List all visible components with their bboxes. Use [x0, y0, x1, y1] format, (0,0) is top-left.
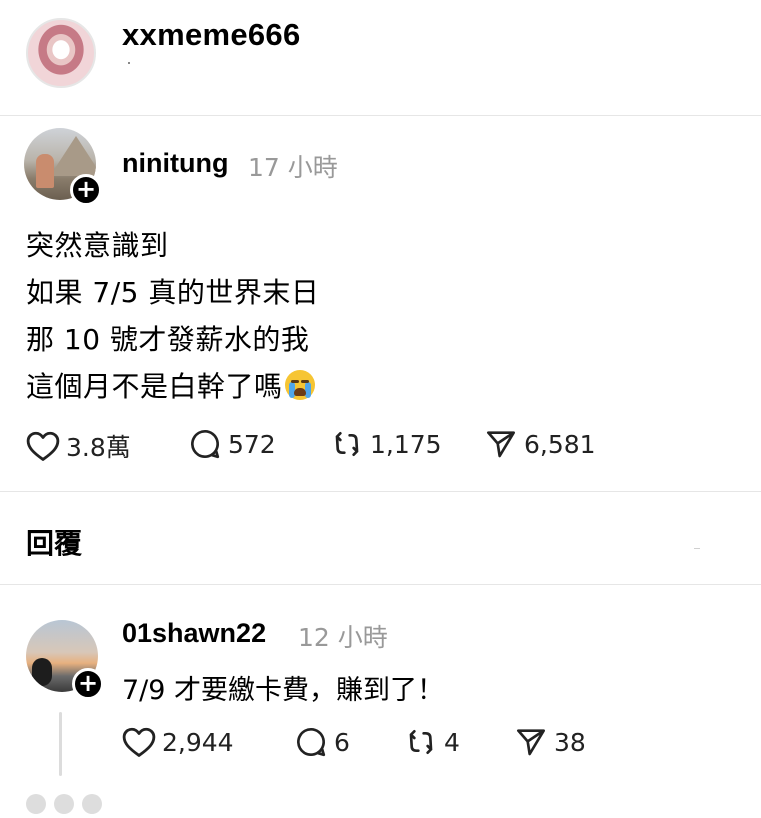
comment-bubble-icon [297, 728, 326, 757]
heart-icon [122, 727, 156, 757]
like-button[interactable]: 3.8萬 [26, 428, 131, 464]
crying-face-emoji-icon [284, 370, 315, 400]
send-arrow-icon [517, 729, 545, 756]
repost-count: 1,175 [370, 429, 442, 459]
post-line-1: 突然意識到 [26, 229, 169, 262]
reply-follow-plus-icon[interactable]: + [72, 668, 104, 700]
reply-share-button[interactable]: 38 [514, 726, 586, 758]
reply-like-button[interactable]: 2,944 [122, 726, 234, 758]
comment-bubble-icon [191, 430, 220, 459]
reply-timestamp: 12 小時 [298, 623, 388, 652]
replies-divider [0, 584, 761, 585]
share-count: 6,581 [524, 429, 596, 459]
next-item-peek [26, 794, 116, 814]
replies-heading: 回覆 [26, 527, 83, 560]
reply-repost-count: 4 [444, 727, 460, 757]
comment-count: 572 [228, 429, 276, 459]
repost-arrows-icon [409, 730, 433, 754]
follow-plus-icon[interactable]: + [70, 174, 102, 206]
post-divider [0, 491, 761, 492]
header-username[interactable]: xxmeme666 [122, 17, 301, 53]
post-line-4-text: 這個月不是白幹了嗎 [26, 370, 283, 403]
header-divider [0, 115, 761, 116]
post-author-name[interactable]: ninitung [122, 148, 228, 179]
reply-comment-count: 6 [334, 727, 350, 757]
send-arrow-icon [487, 431, 515, 458]
comment-button[interactable]: 572 [188, 428, 276, 460]
like-count: 3.8萬 [66, 433, 131, 462]
reply-text: 7/9 才要繳卡費，賺到了！ [122, 675, 445, 706]
header-avatar[interactable] [26, 18, 96, 88]
faint-mark [694, 548, 700, 549]
post-timestamp: 17 小時 [248, 153, 338, 182]
heart-icon [26, 431, 60, 461]
reply-share-count: 38 [554, 727, 586, 757]
share-button[interactable]: 6,581 [484, 428, 596, 460]
post-line-3: 那 10 號才發薪水的我 [26, 323, 310, 356]
reply-author-name[interactable]: 01shawn22 [122, 618, 266, 649]
reply-comment-button[interactable]: 6 [294, 726, 350, 758]
thread-line [59, 712, 62, 776]
reply-repost-button[interactable]: 4 [404, 726, 460, 758]
repost-button[interactable]: 1,175 [330, 428, 442, 460]
post-line-2: 如果 7/5 真的世界末日 [26, 276, 320, 309]
post-line-4: 這個月不是白幹了嗎 [26, 365, 315, 405]
reply-like-count: 2,944 [162, 727, 234, 757]
header-status-dot [128, 62, 130, 64]
repost-arrows-icon [335, 432, 359, 456]
